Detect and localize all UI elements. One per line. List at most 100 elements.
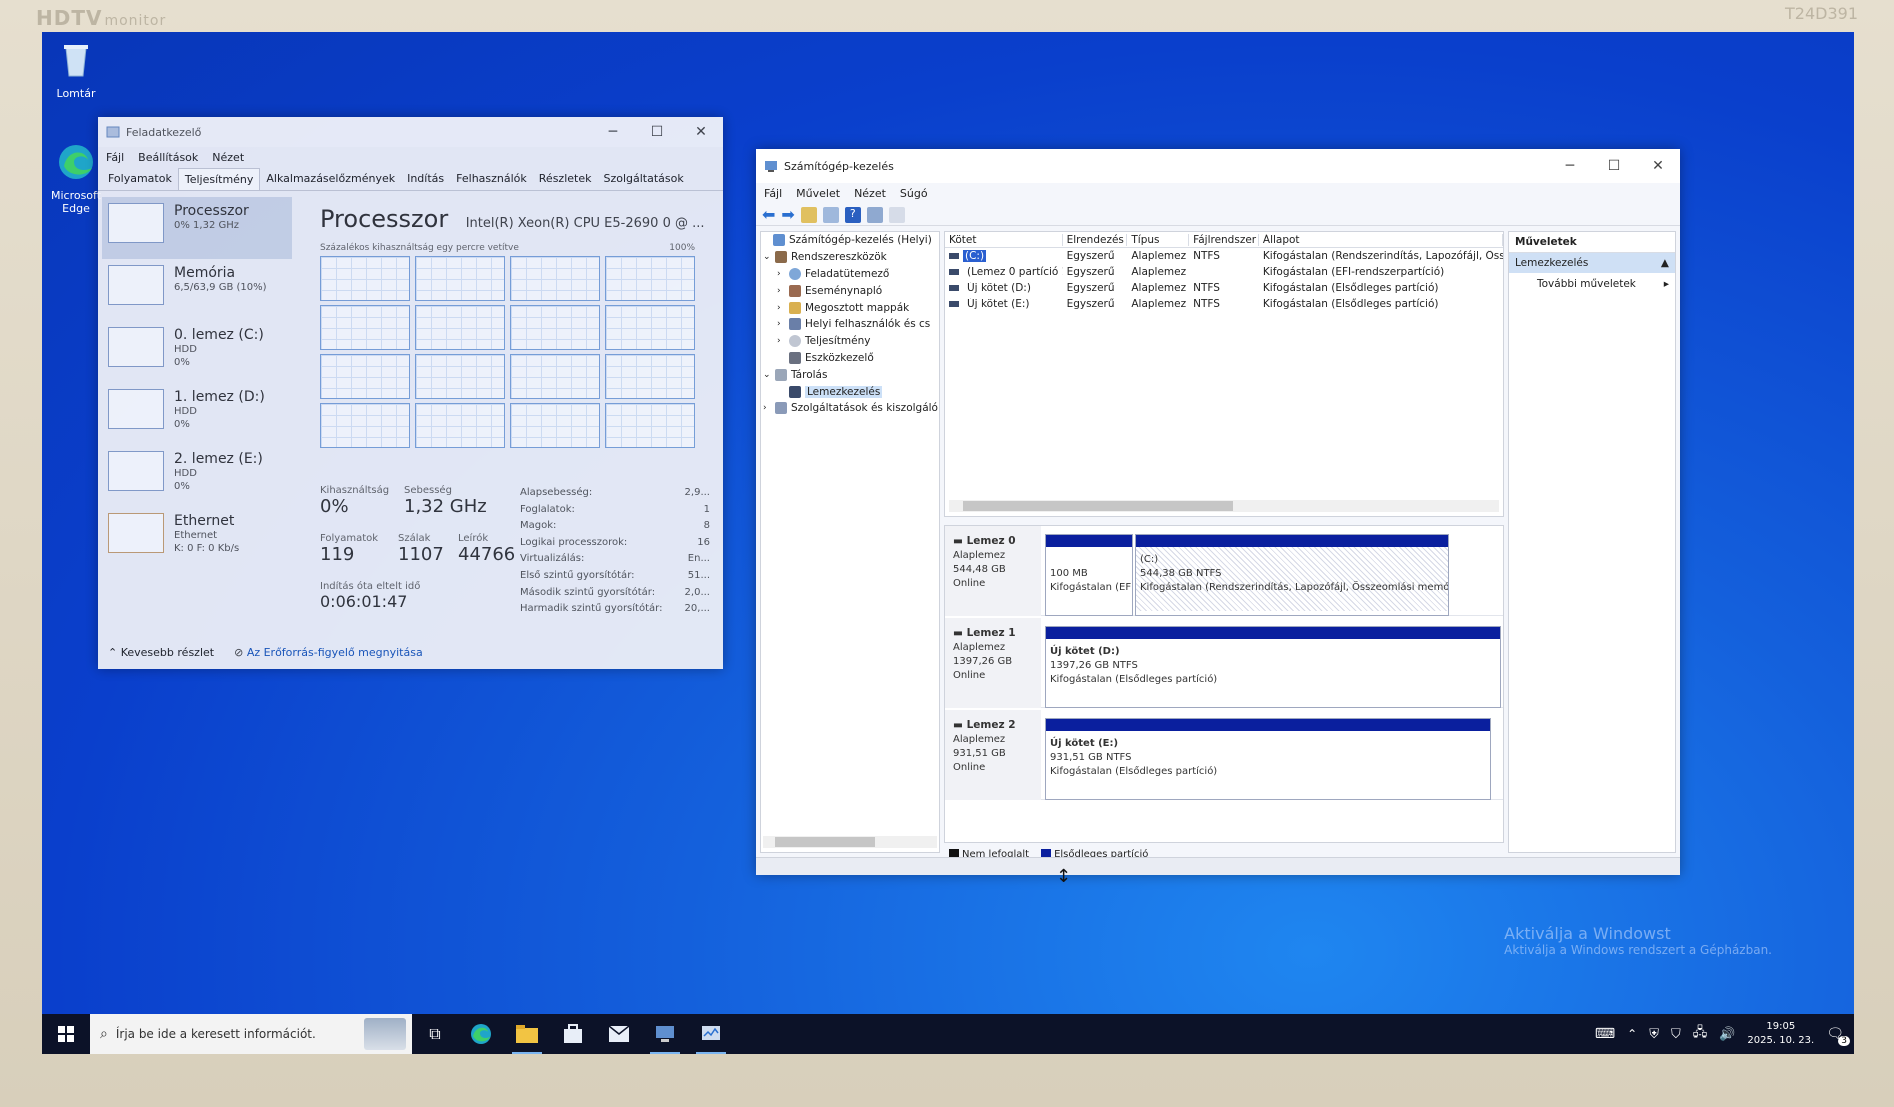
perf-item-disk0[interactable]: 0. lemez (C:) HDD 0% [102,321,292,383]
menu-file[interactable]: Fájl [106,151,124,164]
task-manager-tabs: Folyamatok Teljesítmény Alkalmazáselőzmé… [98,168,723,191]
tab-startup[interactable]: Indítás [401,168,450,190]
start-button[interactable] [42,1014,90,1054]
menu-view[interactable]: Nézet [212,151,244,164]
shared-folder-icon [789,301,801,314]
notifications-button[interactable]: 🗨 3 [1826,1026,1850,1046]
tab-details[interactable]: Részletek [533,168,598,190]
up-folder-icon[interactable] [800,206,817,223]
tree-scrollbar[interactable] [763,836,937,848]
security-icon[interactable]: ⛨ [1649,1027,1659,1042]
tab-services[interactable]: Szolgáltatások [597,168,689,190]
table-row[interactable]: Új kötet (E:) Egyszerű Alaplemez NTFS Kifog… [945,296,1503,312]
partition-block[interactable]: Új kötet (D:) 1397,26 GB NTFS Kifogástalan… [1045,626,1501,708]
network-icon[interactable]: 🖧 [1693,1023,1708,1045]
perf-item-memory[interactable]: Memória 6,5/63,9 GB (10%) [102,259,292,321]
menu-settings[interactable]: Beállítások [138,151,198,164]
table-row[interactable]: (C:) Egyszerű Alaplemez NTFS Kifogástalan (… [945,248,1503,264]
back-arrow-icon[interactable]: ⬅ [762,205,775,224]
taskbar-file-explorer[interactable] [504,1014,550,1054]
volume-icon[interactable]: 🔊 [1719,1027,1735,1042]
tree-item[interactable]: › Eseménynapló [761,282,939,299]
fewer-details-button[interactable]: ⌃ Kevesebb részlet [108,646,214,659]
perf-item-disk2[interactable]: 2. lemez (E:) HDD 0% [102,445,292,507]
computer-management-titlebar[interactable]: Számítógép-kezelés ─ ☐ ✕ [756,149,1680,183]
task-view-button[interactable]: ⧉ [412,1014,458,1054]
detail-row: Harmadik szintű gyorsítótár: 20,... [520,603,710,615]
disk-icon: ▬ [953,535,963,547]
tree-item[interactable]: ⌄ Rendszereszközök [761,249,939,266]
perf-thumb [108,451,164,491]
partition-block[interactable]: 100 MBKifogástalan (EFI-re [1045,534,1133,616]
cpu-details: Alapsebesség: 2,9... Foglalatok: 1 Magok: 8… [520,485,710,618]
tab-users[interactable]: Felhasználók [450,168,533,190]
partition-block[interactable]: Új kötet (E:) 931,51 GB NTFS Kifogástalan … [1045,718,1491,800]
menu-view[interactable]: Nézet [854,187,886,200]
menu-action[interactable]: Művelet [796,187,840,200]
tree-item[interactable]: Eszközkezelő [761,350,939,367]
list-view-icon[interactable] [888,206,905,223]
desktop-icon-edge[interactable]: Microsoft Edge [46,142,106,215]
partition-block-selected[interactable]: (C:) 544,38 GB NTFS Kifogástalan (Rendszer… [1135,534,1449,616]
minimize-button[interactable]: ─ [591,124,635,140]
core-graph [510,354,600,399]
maximize-button[interactable]: ☐ [1592,158,1636,174]
disk-info[interactable]: ▬ Lemez 1 Alaplemez 1397,26 GB Online [945,618,1041,708]
task-manager-window[interactable]: Feladatkezelő ─ ☐ ✕ Fájl Beállítások Néz… [98,117,723,669]
perf-item-disk1[interactable]: 1. lemez (D:) HDD 0% [102,383,292,445]
tree-item[interactable]: › Helyi felhasználók és cs [761,316,939,333]
table-row[interactable]: (Lemez 0 partíció 1) Egyszerű Alaplemez Ki… [945,264,1503,280]
properties-icon[interactable] [866,206,883,223]
col-header[interactable]: Fájlrendszer [1189,233,1259,246]
tab-processes[interactable]: Folyamatok [102,168,178,190]
task-manager-titlebar[interactable]: Feladatkezelő ─ ☐ ✕ [98,117,723,147]
show-hidden-icons-icon[interactable]: ⌃ [1627,1027,1637,1041]
close-button[interactable]: ✕ [1636,158,1680,174]
maximize-button[interactable]: ☐ [635,124,679,140]
taskbar-edge[interactable] [458,1014,504,1054]
keyboard-layout-icon[interactable]: ⌨ [1595,1026,1615,1042]
col-header[interactable]: Típus [1127,233,1190,246]
defender-icon[interactable]: ⛉ [1671,1027,1681,1042]
col-header[interactable]: Kötet [945,233,1063,246]
col-header[interactable]: Állapot [1259,233,1503,246]
taskbar-computer-management[interactable] [642,1014,688,1054]
taskbar-search-box[interactable]: ⌕ Írja be ide a keresett információt. [90,1014,412,1054]
tree-item[interactable]: Számítógép-kezelés (Helyi) [761,232,939,249]
desktop-icon-recycle-bin[interactable]: Lomtár [46,40,106,100]
help-icon[interactable]: ? [844,206,861,223]
perf-item-cpu[interactable]: Processzor 0% 1,32 GHz [102,197,292,259]
tree-item[interactable]: › Szolgáltatások és kiszolgáló [761,400,939,417]
tab-app-history[interactable]: Alkalmazáselőzmények [260,168,401,190]
forward-arrow-icon[interactable]: ➡ [781,205,794,224]
perf-item-ethernet[interactable]: Ethernet Ethernet K: 0 F: 0 Kb/s [102,507,292,569]
tree-item-selected[interactable]: Lemezkezelés [761,383,939,400]
threads-value: 1107 [398,544,444,565]
menu-file[interactable]: Fájl [764,187,782,200]
tab-performance[interactable]: Teljesítmény [177,168,261,190]
tree-item[interactable]: ⌄ Tárolás [761,366,939,383]
more-actions-item[interactable]: További műveletek ▸ [1509,273,1675,295]
show-hide-tree-icon[interactable] [822,206,839,223]
computer-management-window[interactable]: Számítógép-kezelés ─ ☐ ✕ Fájl Művelet Né… [756,149,1680,875]
close-button[interactable]: ✕ [679,124,723,140]
volume-table-scrollbar[interactable] [949,500,1499,512]
disk-info[interactable]: ▬ Lemez 0 Alaplemez 544,48 GB Online [945,526,1041,616]
cpu-name: Intel(R) Xeon(R) CPU E5-2690 0 @ ... [465,216,705,231]
tree-item[interactable]: › Feladatütemező [761,266,939,283]
taskbar-mail[interactable] [596,1014,642,1054]
tree-item[interactable]: › Megosztott mappák [761,299,939,316]
taskbar-store[interactable] [550,1014,596,1054]
disk-info[interactable]: ▬ Lemez 2 Alaplemez 931,51 GB Online [945,710,1041,800]
table-row[interactable]: Új kötet (D:) Egyszerű Alaplemez NTFS Kifog… [945,280,1503,296]
taskbar-task-manager[interactable] [688,1014,734,1054]
clock-time: 19:05 [1766,1021,1796,1032]
taskbar-clock[interactable]: 19:05 2025. 10. 23. [1747,1020,1814,1048]
action-group-disk-management[interactable]: Lemezkezelés ▲ [1509,253,1675,273]
resource-monitor-link[interactable]: ⊘ Az Erőforrás-figyelő megnyitása [234,646,423,659]
detail-row: Második szintű gyorsítótár: 2,0... [520,586,710,598]
col-header[interactable]: Elrendezés [1063,233,1128,246]
tree-item[interactable]: › Teljesítmény [761,333,939,350]
minimize-button[interactable]: ─ [1548,158,1592,174]
menu-help[interactable]: Súgó [900,187,928,200]
